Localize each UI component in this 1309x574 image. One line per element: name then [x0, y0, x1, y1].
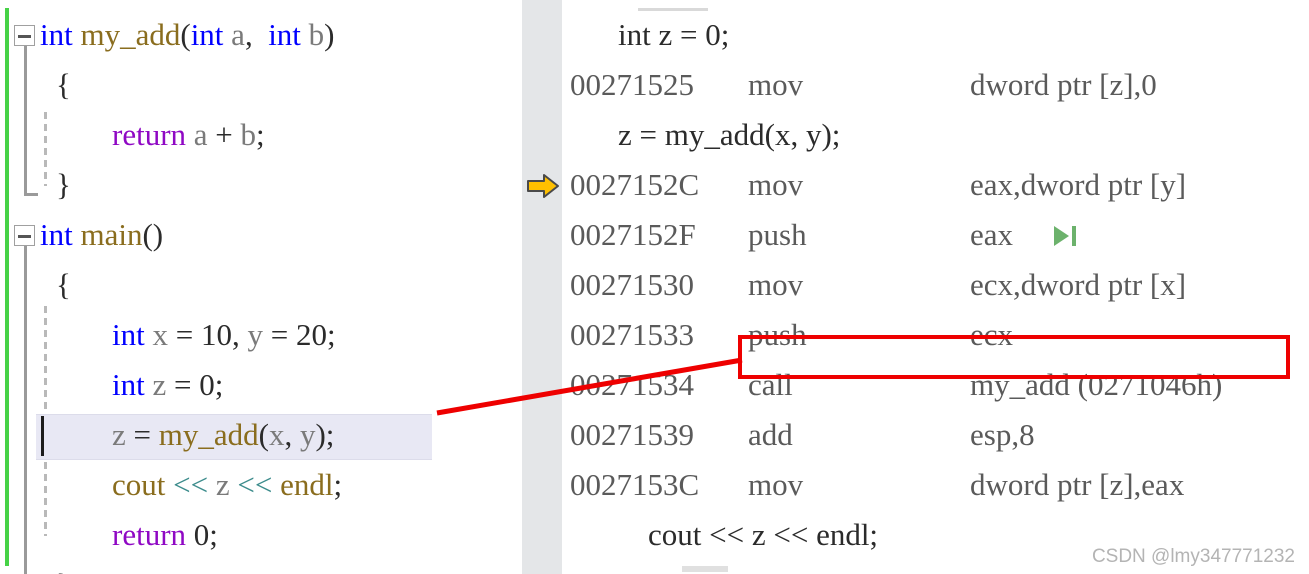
run-to-click-play-icon[interactable] [1052, 225, 1078, 247]
disassembly-row[interactable]: 00271539 add esp,8 [522, 410, 1309, 460]
instruction-address: 0027153F [570, 560, 696, 574]
disassembly-source-text: z = my_add(x, y); [618, 117, 841, 152]
instruction-mnemonic: mov [748, 560, 803, 574]
disassembly-line-list: int z = 0; 00271525 mov dword ptr [z],0 … [522, 10, 1309, 574]
disassembly-row[interactable]: 00271530 mov ecx,dword ptr [x] [522, 260, 1309, 310]
instruction-operands: eax,dword ptr [y] [970, 167, 1187, 202]
source-code-editor[interactable]: int my_add(int a, int b) { return a + b;… [0, 0, 522, 574]
source-line[interactable]: { [0, 260, 522, 310]
disassembly-row[interactable]: 00271525 mov dword ptr [z],0 [522, 60, 1309, 110]
instruction-mnemonic: mov [748, 467, 804, 502]
source-line-text: cout << z << endl; [112, 467, 343, 502]
instruction-address: 00271530 [570, 267, 694, 302]
source-line-text: int z = 0; [112, 367, 224, 402]
source-line-text: } [56, 167, 71, 202]
disassembly-row-current[interactable]: 0027152C mov eax,dword ptr [y] [522, 160, 1309, 210]
execution-pointer-arrow-icon [527, 174, 559, 198]
instruction-operands: dword ptr [z],eax [970, 467, 1185, 502]
disassembly-source-text: cout << z << endl; [648, 517, 879, 552]
disassembly-source-line: int z = 0; [522, 10, 1309, 60]
source-line[interactable]: int main() [0, 210, 522, 260]
source-line-current[interactable]: z = my_add(x, y); [0, 410, 522, 460]
disassembly-row[interactable]: 0027152F push eax [522, 210, 1309, 260]
source-line-text: int my_add(int a, int b) [40, 17, 335, 52]
source-line-text: { [56, 267, 71, 302]
source-line-text: { [56, 67, 71, 102]
disassembly-row[interactable]: 0027153C mov dword ptr [z],eax [522, 460, 1309, 510]
instruction-mnemonic: mov [748, 167, 804, 202]
source-line-text: } [56, 560, 71, 574]
instruction-mnemonic: push [748, 217, 807, 252]
instruction-operands: esp,8 [970, 417, 1035, 452]
watermark: CSDN @lmy347771232 [1091, 546, 1295, 567]
instruction-operands: eax [970, 217, 1014, 252]
source-line[interactable]: } [0, 160, 522, 210]
source-line-text: int x = 10, y = 20; [112, 317, 336, 352]
disassembly-source-line: z = my_add(x, y); [522, 110, 1309, 160]
source-line[interactable]: { [0, 60, 522, 110]
source-line[interactable]: return a + b; [0, 110, 522, 160]
instruction-address: 0027153C [570, 467, 700, 502]
source-line[interactable]: int z = 0; [0, 360, 522, 410]
instruction-address: 00271533 [570, 317, 694, 352]
screenshot-root: int my_add(int a, int b) { return a + b;… [0, 0, 1309, 574]
instruction-address: 00271525 [570, 67, 694, 102]
source-line-text: return a + b; [112, 117, 265, 152]
disassembly-view[interactable]: int z = 0; 00271525 mov dword ptr [z],0 … [522, 0, 1309, 574]
instruction-operands: dword ptr [z],0 [970, 67, 1157, 102]
instruction-address: 00271534 [570, 367, 694, 402]
instruction-operands: ecx,dword ptr [x] [970, 267, 1187, 302]
text-caret [41, 416, 44, 456]
instruction-mnemonic: mov [748, 67, 804, 102]
annotation-highlight-box-call [738, 335, 1290, 379]
source-line-list: int my_add(int a, int b) { return a + b;… [0, 10, 522, 574]
source-line[interactable]: int my_add(int a, int b) [0, 10, 522, 60]
instruction-address: 00271539 [570, 417, 694, 452]
instruction-address: 0027152C [570, 167, 700, 202]
instruction-mnemonic: mov [748, 267, 804, 302]
instruction-operands: esi,esp [970, 560, 1054, 574]
disassembly-source-text: int z = 0; [618, 17, 730, 52]
instruction-address: 0027152F [570, 217, 696, 252]
source-line[interactable]: cout << z << endl; [0, 460, 522, 510]
source-line-text: return 0; [112, 517, 218, 552]
instruction-mnemonic: add [748, 417, 793, 452]
source-line[interactable]: int x = 10, y = 20; [0, 310, 522, 360]
source-line-text: z = my_add(x, y); [112, 417, 335, 452]
source-line[interactable]: } [0, 560, 522, 574]
source-line-text: int main() [40, 217, 164, 252]
source-line[interactable]: return 0; [0, 510, 522, 560]
